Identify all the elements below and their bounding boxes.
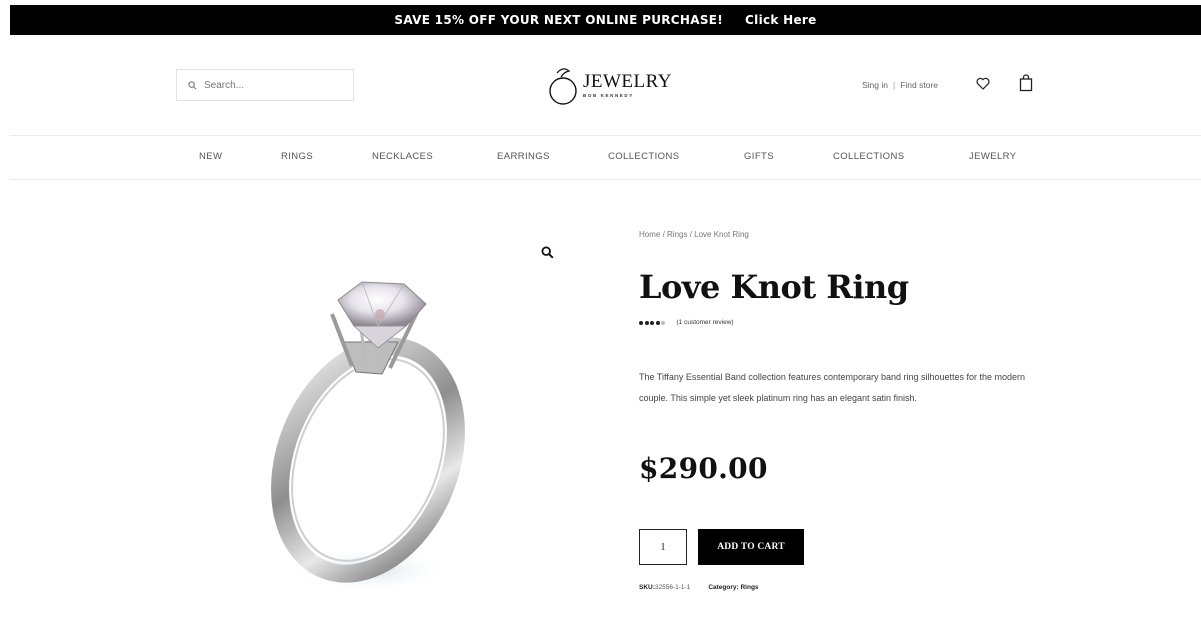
product-description: The Tiffany Essential Band collection fe… xyxy=(639,372,1026,403)
product-price: $290.00 xyxy=(639,452,768,485)
product-title: Love Knot Ring xyxy=(639,268,909,306)
heart-icon xyxy=(976,77,990,90)
promo-banner: SAVE 15% OFF YOUR NEXT ONLINE PURCHASE! … xyxy=(10,5,1201,35)
nav-item-collections[interactable]: COLLECTIONS xyxy=(608,151,679,162)
nav-item-new[interactable]: NEW xyxy=(199,151,222,162)
site-logo[interactable]: JEWELRY BOB KENNEDY xyxy=(547,62,672,108)
category-link[interactable]: Rings xyxy=(740,584,758,591)
sku-label: SKU: xyxy=(639,584,655,591)
search-icon xyxy=(188,80,197,89)
nav-item-collections-2[interactable]: COLLECTIONS xyxy=(833,151,904,162)
find-store-link[interactable]: Find store xyxy=(900,80,938,90)
add-to-cart-button[interactable]: ADD TO CART xyxy=(698,529,804,565)
breadcrumb-separator: / xyxy=(660,230,668,239)
ring-illustration xyxy=(271,281,465,592)
breadcrumb-current: Love Knot Ring xyxy=(694,230,749,239)
brand-name: JEWELRY xyxy=(583,71,672,92)
promo-click-here-link[interactable]: Click Here xyxy=(745,13,817,27)
breadcrumb-home[interactable]: Home xyxy=(639,230,660,239)
ring-logo-icon xyxy=(549,68,577,105)
nav-item-necklaces[interactable]: NECKLACES xyxy=(372,151,433,162)
quantity-input[interactable] xyxy=(639,529,687,565)
promo-text: SAVE 15% OFF YOUR NEXT ONLINE PURCHASE! xyxy=(394,13,724,27)
product-image xyxy=(258,270,488,625)
breadcrumb-rings[interactable]: Rings xyxy=(667,230,687,239)
breadcrumb: Home / Rings / Love Knot Ring xyxy=(639,230,749,239)
star-filled xyxy=(650,320,654,325)
search-input[interactable] xyxy=(204,79,344,91)
product-meta: SKU: 32556-1-1-1 Category: Rings xyxy=(639,584,759,591)
nav-item-earrings[interactable]: EARRINGS xyxy=(497,151,550,162)
brand-tagline: BOB KENNEDY xyxy=(583,93,634,98)
wishlist-button[interactable] xyxy=(976,77,990,90)
review-count-link[interactable]: (1 customer review) xyxy=(677,319,734,326)
search-box[interactable] xyxy=(176,69,354,101)
shopping-bag-icon xyxy=(1019,74,1033,92)
star-empty xyxy=(661,320,665,325)
signin-link[interactable]: Sing in xyxy=(862,80,888,90)
account-separator: | xyxy=(893,80,896,90)
account-links: Sing in | Find store xyxy=(862,80,938,90)
nav-item-rings[interactable]: RINGS xyxy=(281,151,313,162)
rating-stars xyxy=(639,320,667,325)
sku-value: 32556-1-1-1 xyxy=(654,584,691,591)
nav-item-gifts[interactable]: GIFTS xyxy=(744,151,774,162)
star-filled xyxy=(655,320,660,325)
product-rating: (1 customer review) xyxy=(639,319,734,326)
nav-item-jewelry[interactable]: JEWELRY xyxy=(969,151,1017,162)
cart-button[interactable] xyxy=(1019,74,1033,92)
category-label: Category: xyxy=(708,584,739,591)
zoom-icon xyxy=(541,246,554,259)
nav-divider-bottom xyxy=(10,179,1201,180)
nav-divider-top xyxy=(10,135,1201,136)
zoom-button[interactable] xyxy=(541,246,554,264)
star-filled xyxy=(644,320,649,325)
star-filled xyxy=(639,320,643,325)
